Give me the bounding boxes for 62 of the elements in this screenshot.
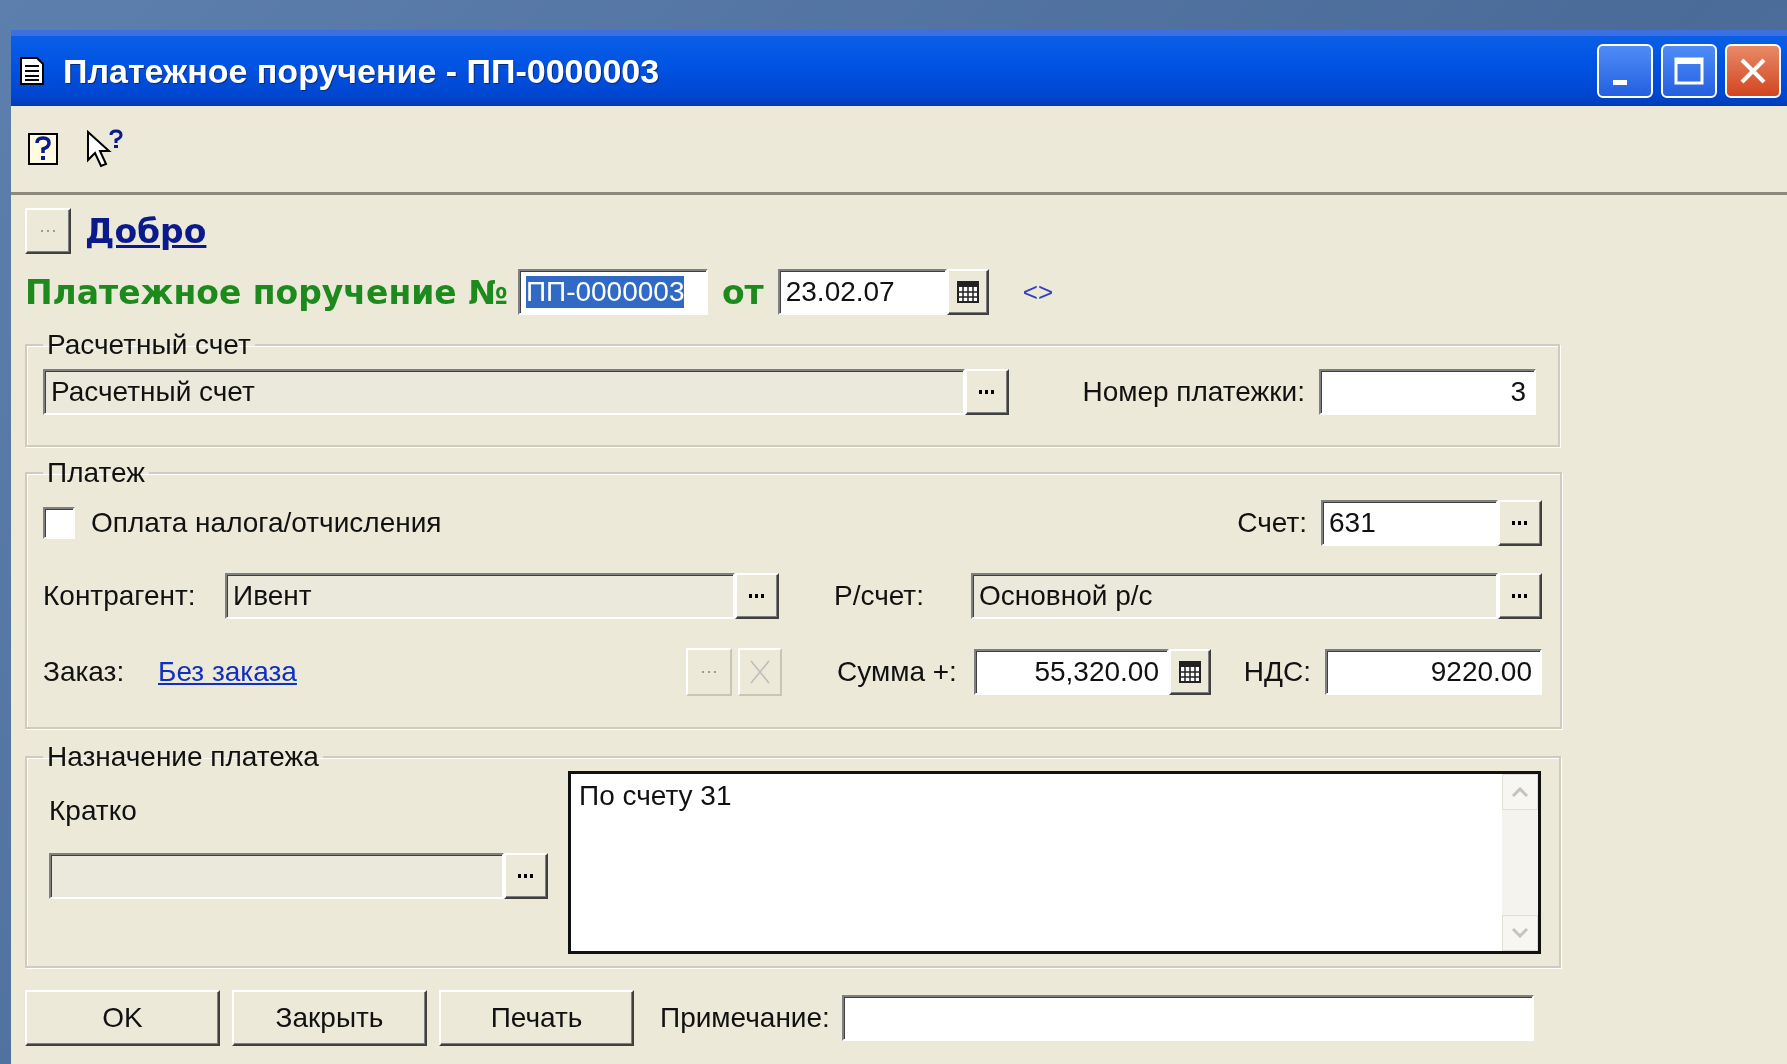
purpose-text: По счету 31 <box>578 779 733 813</box>
date-label: от <box>721 272 764 312</box>
account-label: Счет: <box>1236 507 1307 539</box>
document-heading: Платежное поручение № <box>25 272 508 312</box>
short-label: Кратко <box>49 795 138 827</box>
counterparty-label: Контрагент: <box>43 580 197 612</box>
close-button[interactable] <box>1725 44 1781 98</box>
help-icon[interactable] <box>27 132 59 166</box>
document-icon <box>19 56 45 86</box>
ellipsis-button[interactable] <box>1498 573 1542 619</box>
calculator-button[interactable] <box>1169 649 1211 695</box>
number-field[interactable]: ПП-0000003 <box>517 269 708 315</box>
calendar-button[interactable] <box>946 269 989 315</box>
group-legend: Расчетный счет <box>43 329 255 361</box>
ellipsis-icon <box>518 874 534 878</box>
vat-field[interactable]: 9220.00 <box>1325 649 1542 695</box>
ellipsis-button[interactable] <box>965 369 1009 415</box>
account-field[interactable]: Расчетный счет <box>43 369 965 415</box>
ellipsis-button[interactable] <box>735 573 779 619</box>
dialog-button[interactable]: OK <box>25 990 220 1046</box>
clear-icon <box>749 659 771 685</box>
ellipsis-icon <box>979 390 995 394</box>
minimize-icon <box>1613 79 1627 85</box>
group-legend: Платеж <box>43 457 149 489</box>
ellipsis-button[interactable] <box>1498 500 1542 546</box>
sum-label: Сумма +: <box>837 656 958 688</box>
note-field[interactable] <box>841 995 1534 1041</box>
purpose-text-area[interactable]: По счету 31 <box>568 771 1541 954</box>
date-field[interactable]: 23.02.07 <box>777 269 947 315</box>
window-title: Платежное поручение - ПП-0000003 <box>63 51 661 91</box>
ellipsis-button[interactable] <box>504 853 548 899</box>
bank-account-field[interactable]: Основной р/с <box>971 573 1498 619</box>
close-icon <box>1738 56 1768 86</box>
dialog-button[interactable]: Закрыть <box>232 990 427 1046</box>
note-label: Примечание: <box>660 1002 830 1034</box>
maximize-button[interactable] <box>1661 44 1717 98</box>
dialog-button[interactable]: Печать <box>439 990 634 1046</box>
counterparty-field[interactable]: Ивент <box>225 573 735 619</box>
payment-number-field[interactable]: 3 <box>1319 369 1536 415</box>
pointer-help-icon[interactable] <box>85 129 125 169</box>
calendar-icon <box>956 281 979 303</box>
minimize-button[interactable] <box>1597 44 1653 98</box>
group-legend: Назначение платежа <box>43 741 323 773</box>
short-purpose-field[interactable] <box>49 853 504 899</box>
organization-link[interactable]: Добро <box>85 211 207 251</box>
bank-account-label: Р/счет: <box>834 580 925 612</box>
number-text: ПП-0000003 <box>525 276 685 308</box>
vat-label: НДС: <box>1242 656 1311 688</box>
navigation-arrows[interactable]: <> <box>1022 276 1054 308</box>
account-number-field[interactable]: 631 <box>1321 500 1498 546</box>
maximize-icon <box>1674 57 1704 85</box>
order-link[interactable]: Без заказа <box>158 656 297 688</box>
select-button[interactable] <box>25 208 71 254</box>
ellipsis-icon <box>749 594 765 598</box>
order-label: Заказ: <box>43 656 126 688</box>
ellipsis-icon <box>1512 594 1528 598</box>
ellipsis-icon <box>1512 521 1528 525</box>
calendar-icon <box>1179 661 1201 683</box>
sum-field[interactable]: 55,320.00 <box>974 649 1169 695</box>
tax-payment-label: Оплата налога/отчисления <box>91 507 442 539</box>
checkbox[interactable] <box>43 507 75 539</box>
payment-number-label: Номер платежки: <box>1081 376 1305 408</box>
